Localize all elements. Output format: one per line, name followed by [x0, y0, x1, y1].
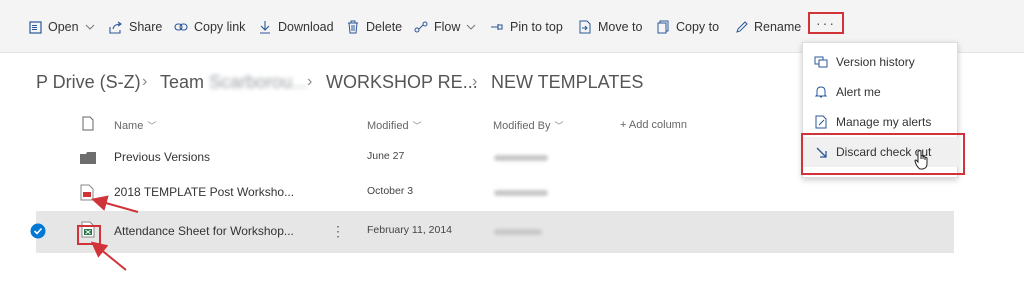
menu-item-alert-me[interactable]: Alert me: [803, 77, 959, 107]
menu-item-version-history[interactable]: Version history: [803, 47, 959, 77]
menu-item-label: Alert me: [836, 85, 881, 99]
manage-alerts-icon: [814, 115, 828, 129]
menu-item-label: Manage my alerts: [836, 115, 932, 129]
annotation-arrow: [91, 195, 139, 213]
hand-cursor-icon: [914, 150, 930, 175]
version-history-icon: [814, 55, 828, 69]
bell-icon: [814, 85, 828, 99]
menu-item-label: Version history: [836, 55, 915, 69]
annotation-arrow: [90, 241, 127, 271]
annotation-highlight-box: [801, 133, 965, 175]
